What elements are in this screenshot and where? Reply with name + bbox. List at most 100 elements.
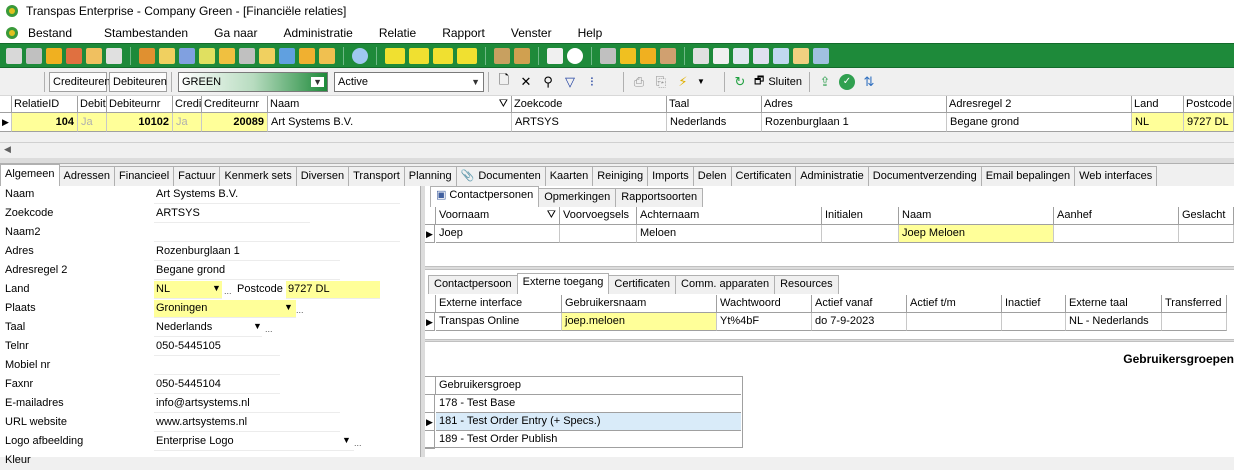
tag-icon[interactable] (660, 47, 676, 64)
ellipsis-icon[interactable]: ... (224, 286, 232, 296)
money-icon[interactable] (640, 47, 656, 64)
col-header-zoekcode[interactable]: Zoekcode (512, 96, 667, 113)
cell-achternaam[interactable]: Meloen (637, 225, 822, 243)
col-header-credi[interactable]: Credi (173, 96, 202, 113)
col-header-achternaam[interactable]: Achternaam (637, 207, 822, 225)
tool-icon-14[interactable] (279, 47, 295, 64)
col-header-debiteurnr[interactable]: Debiteurnr (107, 96, 173, 113)
group-row[interactable]: 189 - Test Order Publish (436, 431, 741, 449)
tool-icon-8[interactable] (159, 47, 175, 64)
row-indicator[interactable]: ▶ (0, 113, 12, 132)
col-header-voorvoegsels[interactable]: Voorvoegsels (560, 207, 637, 225)
input-url[interactable]: www.artsystems.nl (154, 414, 340, 432)
col-header-adres[interactable]: Adres (762, 96, 947, 113)
cell-naam[interactable]: Joep Meloen (899, 225, 1054, 243)
ellipsis-icon[interactable]: ... (265, 324, 273, 334)
chevron-down-icon[interactable]: ▼ (697, 74, 705, 90)
col-header-land[interactable]: Land (1132, 96, 1184, 113)
col-header-naam[interactable]: Naam (899, 207, 1054, 225)
notebook-icon[interactable] (514, 47, 530, 64)
cell-actief-vanaf[interactable]: do 7-9-2023 (812, 313, 907, 331)
col-header-initialen[interactable]: Initialen (822, 207, 899, 225)
tab-documentverzending[interactable]: Documentverzending (867, 166, 982, 186)
row-indicator[interactable] (425, 395, 435, 413)
tab-contactpersonen[interactable]: ▣ Contactpersonen (430, 186, 540, 207)
cell-inactief[interactable] (1002, 313, 1066, 331)
cell-crediteurnr[interactable]: 20089 (202, 113, 268, 132)
cell-transferred[interactable] (1162, 313, 1227, 331)
tab-imports[interactable]: Imports (647, 166, 694, 186)
globe-icon[interactable] (352, 47, 368, 64)
tab-opmerkingen[interactable]: Opmerkingen (538, 188, 617, 207)
input-postcode[interactable]: 9727 DL (286, 281, 380, 299)
tool-icon-12[interactable] (239, 47, 255, 64)
menu-ga-naar[interactable]: Ga naar (214, 26, 269, 40)
tab-rapportsoorten[interactable]: Rapportsoorten (615, 188, 704, 207)
cell-credi[interactable]: Ja (173, 113, 202, 132)
col-header-actief-tm[interactable]: Actief t/m (907, 295, 1002, 313)
tool-icon-13[interactable] (259, 47, 275, 64)
access-divider[interactable] (425, 339, 1234, 342)
truck-icon-4[interactable] (457, 47, 477, 64)
tool-icon-6[interactable] (106, 47, 122, 64)
filter-icon[interactable]: ▽ (562, 74, 578, 90)
col-header-inactief[interactable]: Inactief (1002, 295, 1066, 313)
home-icon[interactable] (753, 47, 769, 64)
scroll-left-icon[interactable]: ◀ (4, 144, 11, 155)
col-header-taal[interactable]: Taal (667, 96, 762, 113)
tool-icon-2[interactable] (26, 47, 42, 64)
binoculars-icon[interactable]: ⚲ (540, 74, 556, 90)
tab-planning[interactable]: Planning (403, 166, 457, 186)
tab-administratie[interactable]: Administratie (795, 166, 869, 186)
cell-debit[interactable]: Ja (78, 113, 107, 132)
tab-financieel[interactable]: Financieel (114, 166, 175, 186)
tool-icon-7[interactable] (139, 47, 155, 64)
company-select[interactable]: GREEN ▼ (178, 71, 328, 92)
sluiten-button[interactable]: 🗗 Sluiten (751, 72, 805, 92)
menu-stambestanden[interactable]: Stambestanden (104, 26, 200, 40)
cell-adres[interactable]: Rozenburglaan 1 (762, 113, 947, 132)
col-header-externe-interface[interactable]: Externe interface (436, 295, 562, 313)
cell-land[interactable]: NL (1132, 113, 1184, 132)
cell-adresregel2[interactable]: Begane grond (947, 113, 1132, 132)
input-adresregel2[interactable]: Begane grond (154, 262, 340, 280)
tab-contactpersoon[interactable]: Contactpersoon (428, 275, 518, 294)
input-taal[interactable]: Nederlands (154, 319, 262, 337)
chevron-down-icon[interactable]: ▼ (342, 435, 351, 445)
cell-wachtwoord[interactable]: Yt%4bF (717, 313, 812, 331)
chart-icon[interactable] (547, 47, 563, 64)
input-telnr[interactable]: 050-5445105 (154, 338, 280, 356)
lightning-icon[interactable]: ⚡ (675, 74, 691, 90)
tab-diversen[interactable]: Diversen (295, 166, 350, 186)
tab-adressen[interactable]: Adressen (58, 166, 116, 186)
row-indicator[interactable] (425, 431, 435, 449)
row-indicator[interactable]: ▶ (425, 225, 435, 243)
window-icon[interactable] (813, 47, 829, 64)
col-header-postcode[interactable]: Postcode (1184, 96, 1234, 113)
cell-initialen[interactable] (822, 225, 899, 243)
tool-icon-11[interactable] (219, 47, 235, 64)
tab-factuur[interactable]: Factuur (173, 166, 221, 186)
col-header-adresregel2[interactable]: Adresregel 2 (947, 96, 1132, 113)
tool-icon-1[interactable] (6, 47, 22, 64)
tab-algemeen[interactable]: Algemeen (0, 164, 60, 186)
tool-icon-16[interactable] (319, 47, 335, 64)
menu-administratie[interactable]: Administratie (283, 26, 364, 40)
clock-icon[interactable] (567, 47, 583, 64)
tool-icon-3[interactable] (46, 47, 62, 64)
tab-comm-apparaten[interactable]: Comm. apparaten (675, 275, 776, 294)
tool-icon-9[interactable] (179, 47, 195, 64)
col-header-externe-taal[interactable]: Externe taal (1066, 295, 1162, 313)
tab-web-interfaces[interactable]: Web interfaces (1074, 166, 1158, 186)
tab-certificaten[interactable]: Certificaten (730, 166, 797, 186)
cell-externe-interface[interactable]: Transpas Online (436, 313, 562, 331)
truck-icon-2[interactable] (409, 47, 429, 64)
calculator-icon[interactable] (494, 47, 510, 64)
menu-relatie[interactable]: Relatie (379, 26, 428, 40)
input-logo[interactable]: Enterprise Logo (154, 433, 354, 451)
contact-divider[interactable] (425, 266, 1234, 270)
cell-relatieid[interactable]: 104 (12, 113, 78, 132)
tab-transport[interactable]: Transport (348, 166, 405, 186)
menu-bestand[interactable]: Bestand (28, 26, 84, 40)
tool-icon-10[interactable] (199, 47, 215, 64)
